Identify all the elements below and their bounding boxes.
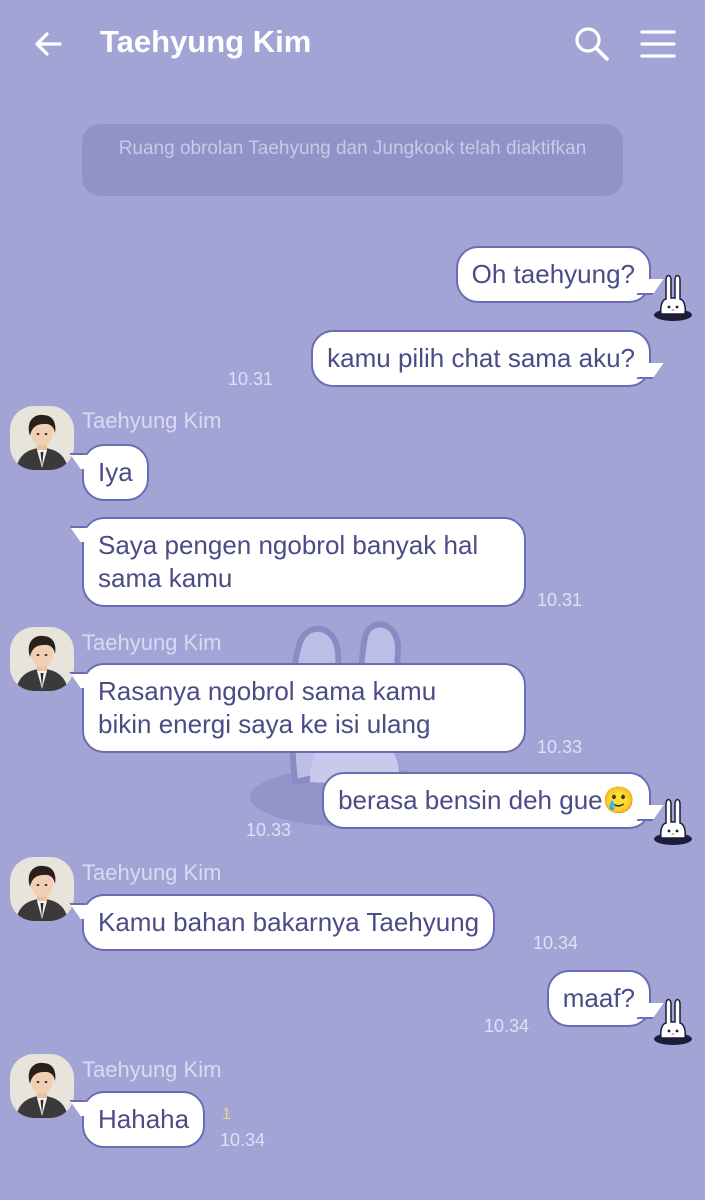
avatar[interactable] <box>10 406 74 470</box>
sender-name: Taehyung Kim <box>82 860 222 885</box>
chat-header: Taehyung Kim <box>0 0 705 88</box>
system-notice: Ruang obrolan Taehyung dan Jungkook tela… <box>82 124 623 196</box>
incoming-message-bubble[interactable]: Rasanya ngobrol sama kamu bikin energi s… <box>82 663 526 753</box>
bunny-sticker-icon <box>652 996 694 1046</box>
outgoing-message-bubble[interactable]: Oh taehyung? <box>455 246 651 303</box>
message-time: 10.31 <box>537 590 583 610</box>
message-text: Kamu bahan bakarnya Taehyung <box>98 907 480 937</box>
message-text: berasa bensin deh gue <box>338 785 603 815</box>
message-time: 10.31 <box>228 369 274 389</box>
incoming-message-bubble[interactable]: Saya pengen ngobrol banyak hal sama kamu <box>82 517 526 607</box>
avatar[interactable] <box>10 857 74 921</box>
message-time: 10.34 <box>484 1016 530 1036</box>
message-text: Oh taehyung? <box>471 259 635 289</box>
avatar[interactable] <box>10 1054 74 1118</box>
avatar[interactable] <box>10 627 74 691</box>
message-text-line: Rasanya ngobrol sama kamu <box>98 676 437 706</box>
crying-smile-emoji: 🥲 <box>602 785 635 815</box>
incoming-message-bubble[interactable]: Kamu bahan bakarnya Taehyung <box>82 894 496 951</box>
search-icon[interactable] <box>572 24 612 64</box>
message-time: 10.34 <box>220 1130 266 1150</box>
outgoing-message-bubble[interactable]: maaf? <box>546 970 651 1027</box>
message-time: 10.33 <box>246 820 292 840</box>
message-time: 10.34 <box>533 933 579 953</box>
bunny-sticker-icon <box>652 796 694 846</box>
message-text-line: bikin energi saya ke isi ulang <box>98 709 431 739</box>
bunny-sticker-icon <box>652 272 694 322</box>
message-text-line: sama kamu <box>98 563 233 593</box>
incoming-message-bubble[interactable]: Hahaha <box>82 1091 206 1148</box>
outgoing-message-bubble[interactable]: kamu pilih chat sama aku? <box>311 330 651 387</box>
sender-name: Taehyung Kim <box>82 630 222 655</box>
unread-count: 1 <box>222 1106 231 1123</box>
menu-icon[interactable] <box>638 26 678 62</box>
message-text-line: Saya pengen ngobrol banyak hal <box>98 530 479 560</box>
message-text: Hahaha <box>98 1104 190 1134</box>
message-text: Iya <box>98 457 133 487</box>
incoming-message-bubble[interactable]: Iya <box>82 444 149 501</box>
sender-name: Taehyung Kim <box>82 1057 222 1082</box>
message-time: 10.33 <box>537 737 583 757</box>
outgoing-message-bubble[interactable]: berasa bensin deh gue🥲 <box>322 772 651 829</box>
message-text: maaf? <box>562 983 635 1013</box>
back-arrow-icon[interactable] <box>30 26 66 62</box>
chat-title: Taehyung Kim <box>100 24 312 59</box>
sender-name: Taehyung Kim <box>82 408 222 433</box>
message-text: kamu pilih chat sama aku? <box>327 343 635 373</box>
